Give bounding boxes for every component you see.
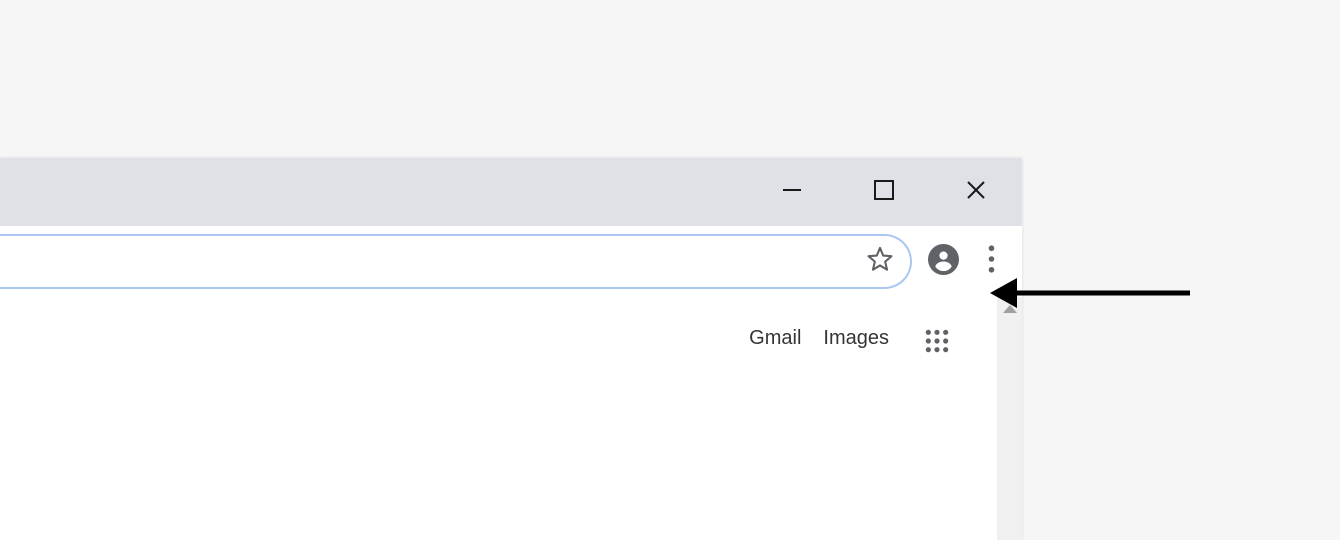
profile-button[interactable] xyxy=(922,241,964,283)
browser-window: Gmail Images xyxy=(0,158,1022,540)
account-icon xyxy=(928,244,959,280)
vertical-scrollbar[interactable] xyxy=(997,297,1022,540)
close-icon xyxy=(965,179,987,206)
bookmark-button[interactable] xyxy=(864,246,896,278)
maximize-icon xyxy=(874,180,894,205)
apps-launcher-button[interactable] xyxy=(921,327,953,359)
minimize-button[interactable] xyxy=(746,158,838,226)
annotation-arrow xyxy=(985,273,1195,318)
close-button[interactable] xyxy=(930,158,1022,226)
star-icon xyxy=(866,245,894,278)
address-bar[interactable] xyxy=(0,234,912,289)
titlebar xyxy=(0,158,1022,226)
content-area: Gmail Images xyxy=(0,297,1022,540)
left-arrow-icon xyxy=(985,300,1195,317)
page-header-nav: Gmail Images xyxy=(0,297,997,540)
toolbar xyxy=(0,226,1022,297)
maximize-button[interactable] xyxy=(838,158,930,226)
window-controls xyxy=(746,158,1022,226)
minimize-icon xyxy=(781,179,803,206)
apps-grid-icon xyxy=(924,328,950,359)
gmail-link[interactable]: Gmail xyxy=(749,327,801,350)
images-link[interactable]: Images xyxy=(823,327,889,350)
